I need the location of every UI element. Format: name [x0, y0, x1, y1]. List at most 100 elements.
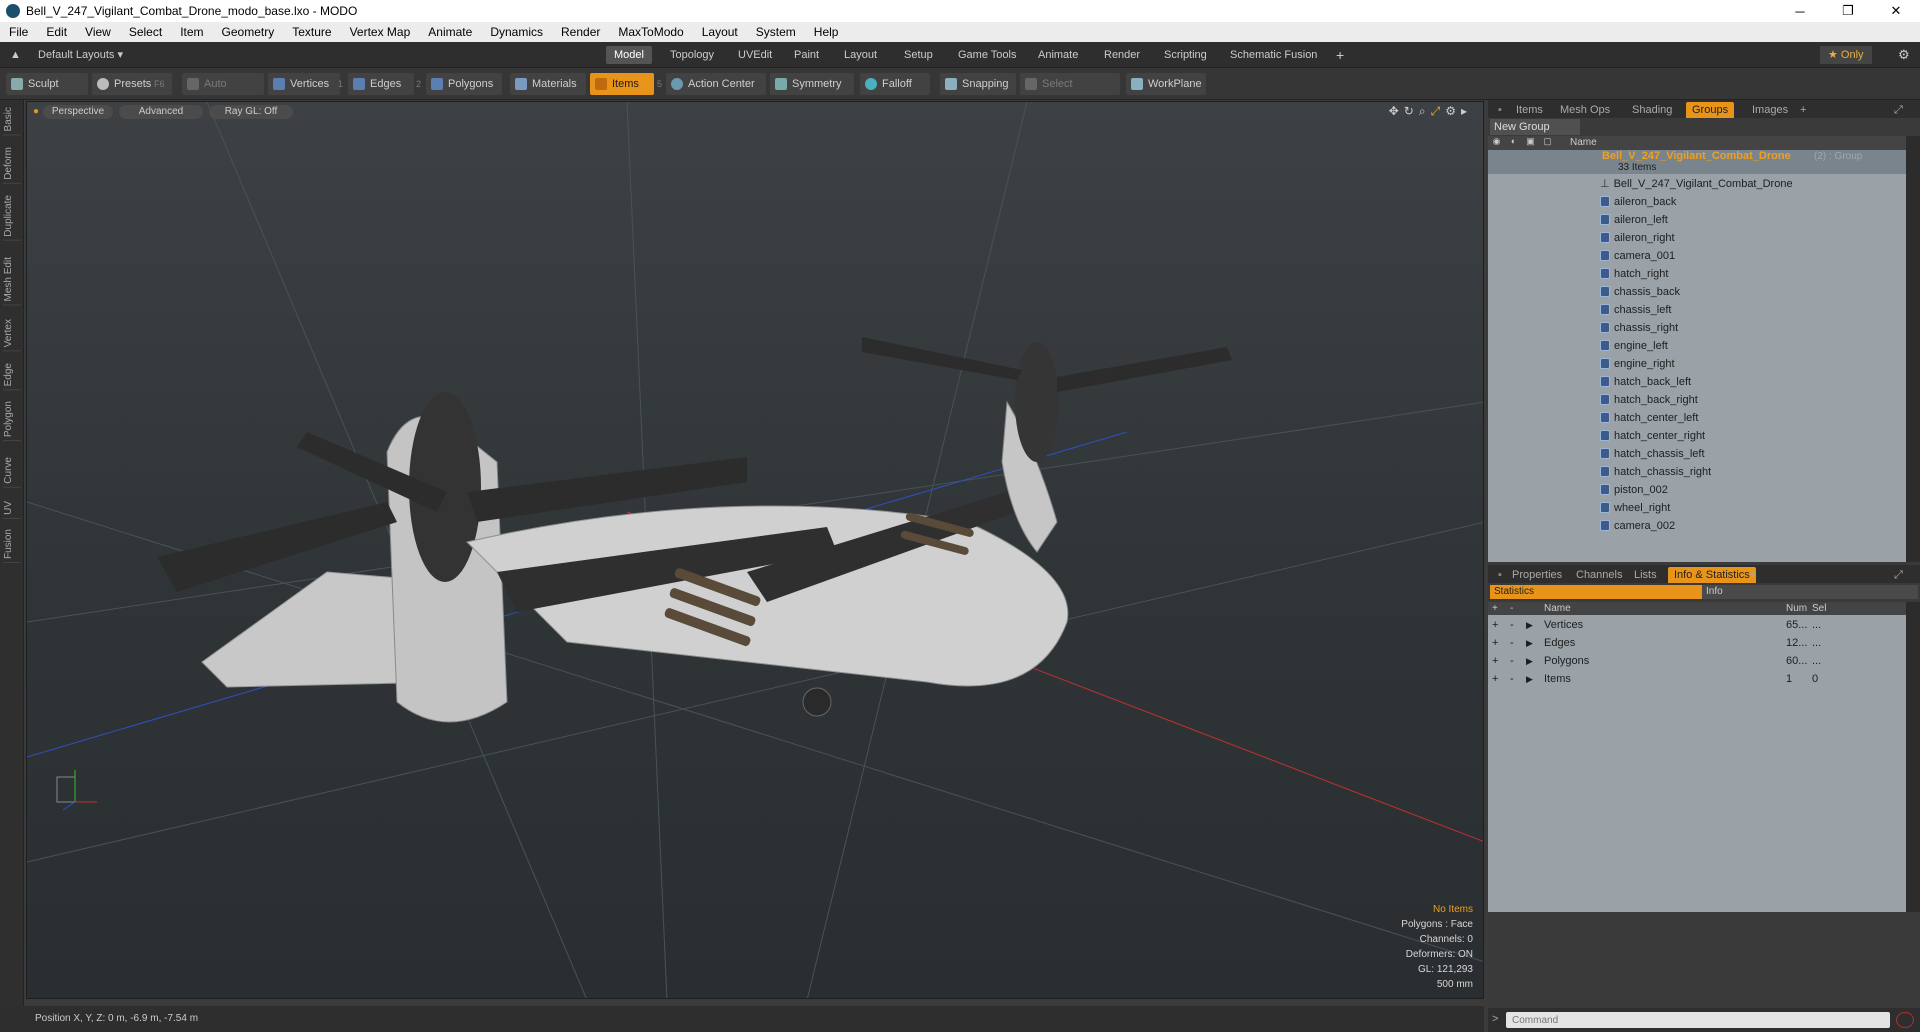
- add-panel-tab-icon-2[interactable]: +: [1744, 567, 1762, 583]
- only-toggle[interactable]: ★ Only: [1820, 46, 1872, 64]
- menu-render[interactable]: Render: [552, 25, 609, 39]
- close-button[interactable]: ✕: [1876, 0, 1916, 22]
- tab-fusion[interactable]: Fusion: [3, 526, 21, 564]
- group-row[interactable]: Bell_V_247_Vigilant_Combat_Drone (2) : G…: [1488, 150, 1906, 174]
- tab-scripting[interactable]: Scripting: [1156, 46, 1215, 64]
- tab-topology[interactable]: Topology: [662, 46, 722, 64]
- menu-maxtomodo[interactable]: MaxToModo: [609, 25, 692, 39]
- table-row[interactable]: + - ▶ Items 1 0: [1488, 670, 1906, 688]
- tab-game-tools[interactable]: Game Tools: [950, 46, 1025, 64]
- tab-paint[interactable]: Paint: [786, 46, 827, 64]
- new-group-button[interactable]: New Group: [1490, 119, 1580, 135]
- menu-geometry[interactable]: Geometry: [213, 25, 284, 39]
- tab-uvedit[interactable]: UVEdit: [730, 46, 780, 64]
- vertices-button[interactable]: Vertices: [268, 73, 340, 95]
- list-item[interactable]: engine_left: [1600, 337, 1668, 355]
- menu-texture[interactable]: Texture: [283, 25, 340, 39]
- layout-collapse-icon[interactable]: ▲: [6, 46, 25, 64]
- tab-render[interactable]: Render: [1096, 46, 1148, 64]
- expand-panel-icon[interactable]: ⤢: [1888, 102, 1909, 118]
- menu-dynamics[interactable]: Dynamics: [481, 25, 552, 39]
- tab-uv[interactable]: UV: [3, 498, 21, 519]
- menu-system[interactable]: System: [747, 25, 805, 39]
- tab-curve[interactable]: Curve: [3, 454, 21, 488]
- tab-info-statistics[interactable]: Info & Statistics: [1668, 567, 1756, 583]
- disclosure-triangle-icon[interactable]: ▶: [1526, 634, 1533, 652]
- table-row[interactable]: + - ▶ Vertices 65......: [1488, 616, 1906, 634]
- tab-groups[interactable]: Groups: [1686, 102, 1735, 118]
- collapse-row-icon[interactable]: -: [1510, 616, 1514, 634]
- record-macro-icon[interactable]: [1896, 1012, 1914, 1028]
- polygons-button[interactable]: Polygons: [426, 73, 502, 95]
- list-item[interactable]: aileron_back: [1600, 193, 1676, 211]
- disclosure-triangle-icon[interactable]: ▶: [1526, 616, 1533, 634]
- tab-vertex[interactable]: Vertex: [3, 316, 21, 352]
- stats-scrollbar[interactable]: [1906, 602, 1920, 912]
- list-item[interactable]: hatch_center_right: [1600, 427, 1705, 445]
- auto-select-button[interactable]: Auto Select: [182, 73, 264, 112]
- tab-layout[interactable]: Layout: [836, 46, 885, 64]
- panel-grip-icon[interactable]: ▪: [1492, 102, 1508, 118]
- menu-help[interactable]: Help: [805, 25, 848, 39]
- list-item[interactable]: hatch_back_right: [1600, 391, 1698, 409]
- expand-all-icon[interactable]: +: [1492, 602, 1498, 615]
- disclosure-triangle-icon[interactable]: ▶: [1526, 670, 1533, 688]
- select-through-button[interactable]: Select Through: [1020, 73, 1120, 112]
- list-item[interactable]: engine_right: [1600, 355, 1675, 373]
- collapse-row-icon[interactable]: -: [1510, 652, 1514, 670]
- list-item[interactable]: camera_002: [1600, 517, 1675, 535]
- materials-button[interactable]: Materials: [510, 73, 586, 95]
- menu-file[interactable]: File: [0, 25, 37, 39]
- 3d-viewport[interactable]: ● Perspective Advanced Ray GL: Off ✥ ↻ ⌕…: [26, 101, 1484, 999]
- menu-vertex-map[interactable]: Vertex Map: [341, 25, 420, 39]
- tab-animate[interactable]: Animate: [1030, 46, 1086, 64]
- tab-lists[interactable]: Lists: [1628, 567, 1663, 583]
- sculpt-button[interactable]: Sculpt: [6, 73, 88, 95]
- tab-duplicate[interactable]: Duplicate: [3, 192, 21, 241]
- groups-scrollbar[interactable]: [1906, 136, 1920, 562]
- list-item[interactable]: hatch_chassis_right: [1600, 463, 1711, 481]
- tab-mesh-ops[interactable]: Mesh Ops: [1554, 102, 1616, 118]
- table-row[interactable]: + - ▶ Edges 12......: [1488, 634, 1906, 652]
- tab-mesh-edit[interactable]: Mesh Edit: [3, 254, 21, 306]
- expand-row-icon[interactable]: +: [1492, 652, 1498, 670]
- tab-basic[interactable]: Basic: [3, 104, 21, 136]
- menu-view[interactable]: View: [76, 25, 120, 39]
- gear-icon[interactable]: ⚙: [1890, 46, 1918, 64]
- menu-item[interactable]: Item: [171, 25, 212, 39]
- workplane-button[interactable]: WorkPlane: [1126, 73, 1206, 95]
- items-button[interactable]: Items: [590, 73, 654, 95]
- list-item[interactable]: chassis_right: [1600, 319, 1678, 337]
- collapse-row-icon[interactable]: -: [1510, 670, 1514, 688]
- subtab-statistics[interactable]: Statistics: [1490, 585, 1702, 599]
- default-layouts-dropdown[interactable]: Default Layouts ▾: [30, 46, 131, 64]
- tab-schematic-fusion[interactable]: Schematic Fusion: [1222, 46, 1325, 64]
- menu-select[interactable]: Select: [120, 25, 171, 39]
- tab-shading[interactable]: Shading: [1626, 102, 1678, 118]
- list-item[interactable]: wheel_right: [1600, 499, 1670, 517]
- tab-channels[interactable]: Channels: [1570, 567, 1628, 583]
- maximize-button[interactable]: ❐: [1828, 0, 1868, 22]
- action-center-button[interactable]: Action Center: [666, 73, 766, 95]
- collapse-row-icon[interactable]: -: [1510, 634, 1514, 652]
- list-item[interactable]: chassis_back: [1600, 283, 1680, 301]
- list-item[interactable]: aileron_right: [1600, 229, 1675, 247]
- subtab-info[interactable]: Info: [1702, 585, 1918, 599]
- menu-edit[interactable]: Edit: [37, 25, 76, 39]
- list-item[interactable]: ⊥ Bell_V_247_Vigilant_Combat_Drone: [1600, 175, 1793, 193]
- tab-properties[interactable]: Properties: [1506, 567, 1568, 583]
- menu-animate[interactable]: Animate: [419, 25, 481, 39]
- tab-model[interactable]: Model: [606, 46, 652, 64]
- minimize-button[interactable]: ─: [1780, 0, 1820, 22]
- list-item[interactable]: piston_002: [1600, 481, 1668, 499]
- list-item[interactable]: hatch_back_left: [1600, 373, 1691, 391]
- menu-layout[interactable]: Layout: [693, 25, 747, 39]
- tab-images[interactable]: Images: [1746, 102, 1794, 118]
- add-tab-button[interactable]: +: [1328, 46, 1352, 64]
- disclosure-triangle-icon[interactable]: ▶: [1526, 652, 1533, 670]
- expand-row-icon[interactable]: +: [1492, 634, 1498, 652]
- table-row[interactable]: + - ▶ Polygons 60......: [1488, 652, 1906, 670]
- expand-panel-icon-2[interactable]: ⤢: [1888, 567, 1909, 583]
- tab-items[interactable]: Items: [1510, 102, 1549, 118]
- tab-edge[interactable]: Edge: [3, 360, 21, 391]
